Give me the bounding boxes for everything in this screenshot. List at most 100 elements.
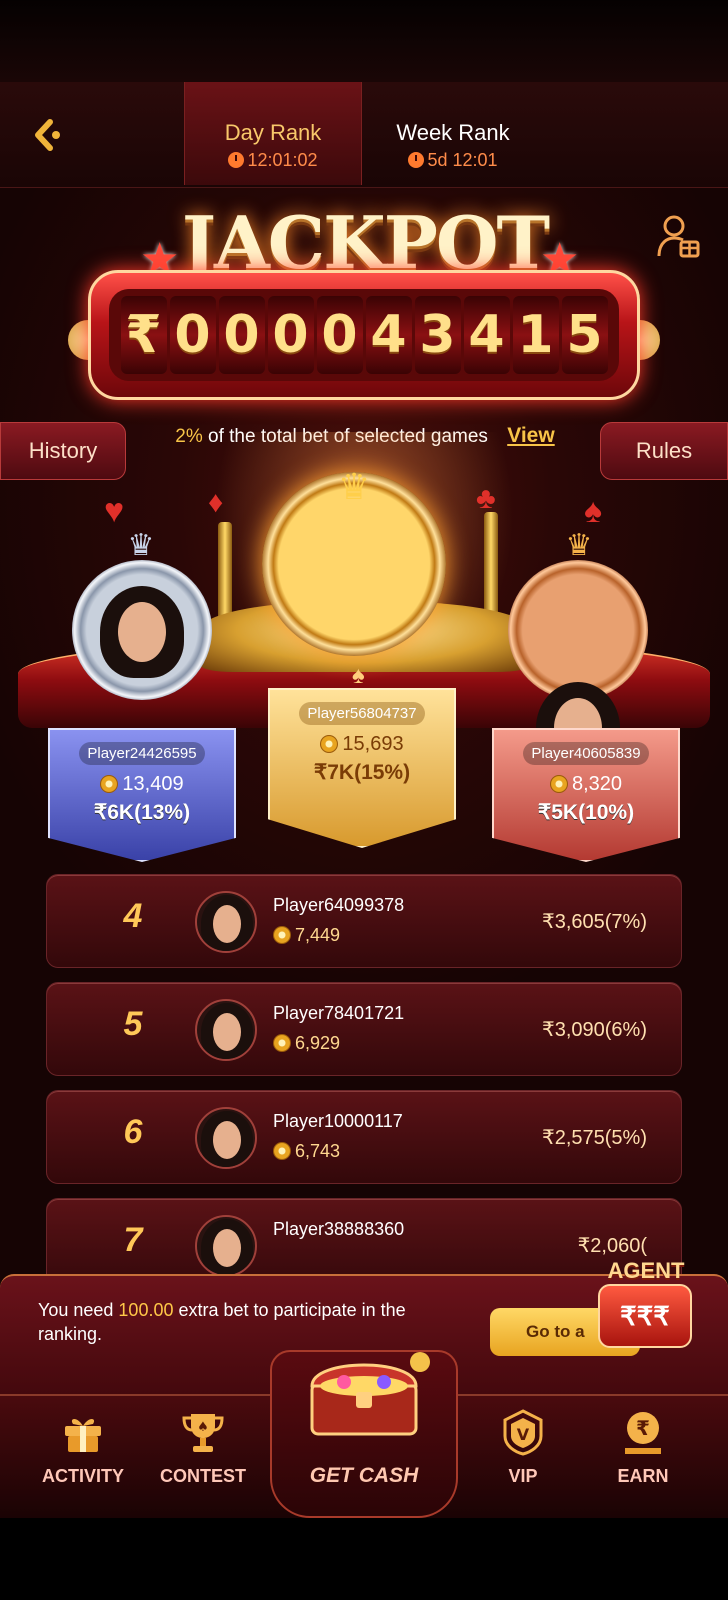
nav-earn[interactable]: ₹ EARN bbox=[588, 1408, 698, 1508]
participation-message: You need 100.00 extra bet to participate… bbox=[38, 1300, 406, 1344]
row-coins: 6,743 bbox=[295, 1141, 341, 1161]
row-avatar bbox=[195, 999, 257, 1061]
tab-day-rank-label: Day Rank bbox=[224, 120, 322, 145]
week-rank-countdown: 5d 12:01 bbox=[427, 150, 498, 170]
svg-text:V: V bbox=[517, 1425, 530, 1444]
status-area bbox=[0, 0, 728, 82]
club-icon: ♣ bbox=[476, 482, 496, 515]
jackpot-digit: 0 bbox=[316, 296, 363, 374]
row-coins: 6,929 bbox=[295, 1033, 341, 1053]
jackpot-percent: 2% bbox=[175, 426, 203, 447]
nav-earn-label: EARN bbox=[617, 1466, 669, 1486]
row-prize: ₹3,605(7%) bbox=[542, 911, 647, 933]
row-rank: 4 bbox=[123, 897, 143, 935]
crown-icon: ♛ bbox=[127, 528, 155, 563]
vip-shield-icon: V bbox=[503, 1409, 543, 1456]
jackpot-rank-screen: Day Rank 12:01:02 Week Rank 5d 12:01 ★ ★… bbox=[0, 82, 728, 1518]
row-rank: 6 bbox=[123, 1113, 143, 1151]
player-coins: 15,693 bbox=[342, 733, 404, 755]
tab-day-rank[interactable]: Day Rank 12:01:02 bbox=[184, 82, 362, 185]
svg-text:♠: ♠ bbox=[197, 1420, 209, 1435]
coin-icon bbox=[273, 926, 291, 944]
coin-icon bbox=[100, 775, 119, 793]
row-avatar bbox=[195, 891, 257, 953]
jackpot-digit: 1 bbox=[512, 296, 559, 374]
row-prize: ₹2,060( bbox=[577, 1235, 647, 1257]
coin-icon bbox=[549, 775, 568, 793]
crown-icon: ♛ bbox=[337, 467, 371, 508]
trophy-icon: ♠ bbox=[182, 1414, 224, 1452]
row-prize: ₹3,090(6%) bbox=[542, 1019, 647, 1041]
coin-icon bbox=[320, 735, 339, 753]
back-arrow-icon bbox=[35, 119, 60, 151]
nav-activity[interactable]: ACTIVITY bbox=[28, 1408, 138, 1508]
invite-gift-icon[interactable] bbox=[656, 212, 700, 260]
player-coins: 8,320 bbox=[571, 773, 623, 795]
coin-icon bbox=[273, 1142, 291, 1160]
nav-get-cash-label: GET CASH bbox=[309, 1464, 419, 1487]
heart-icon: ♥ bbox=[104, 492, 125, 530]
nav-vip[interactable]: V VIP bbox=[468, 1408, 578, 1508]
nav-activity-label: ACTIVITY bbox=[41, 1466, 124, 1486]
jackpot-digit: 0 bbox=[169, 296, 216, 374]
podium-card-rank-2[interactable]: Player24426595 13,409 ₹6K(13%) bbox=[48, 728, 236, 862]
clock-icon bbox=[408, 152, 425, 168]
nav-contest[interactable]: ♠ CONTEST bbox=[148, 1408, 258, 1508]
nav-contest-label: CONTEST bbox=[159, 1466, 246, 1486]
jackpot-digit: 4 bbox=[365, 296, 412, 374]
row-player-name: Player10000117 bbox=[273, 1111, 403, 1131]
player-prize: ₹7K(15%) bbox=[313, 761, 411, 784]
jackpot-digit: 3 bbox=[414, 296, 461, 374]
system-bar-area bbox=[0, 1518, 728, 1600]
player-prize: ₹5K(10%) bbox=[537, 801, 635, 824]
player-name: Player40605839 bbox=[523, 742, 649, 765]
jackpot-digit: 5 bbox=[561, 296, 608, 374]
rules-button[interactable]: Rules bbox=[600, 422, 728, 480]
ranking-row[interactable]: 4 Player64099378 7,449 ₹3,605(7%) bbox=[46, 874, 682, 968]
spade-icon: ♠ bbox=[584, 492, 603, 530]
row-coins: 7,449 bbox=[295, 925, 341, 945]
player-coins: 13,409 bbox=[122, 773, 184, 795]
crown-icon: ♛ bbox=[565, 528, 593, 563]
clock-icon bbox=[228, 152, 245, 168]
coin-icon bbox=[273, 1034, 291, 1052]
podium-card-rank-3[interactable]: Player40605839 8,320 ₹5K(10%) bbox=[492, 728, 680, 862]
row-avatar bbox=[195, 1215, 257, 1277]
row-rank: 5 bbox=[123, 1005, 143, 1043]
jackpot-digit: 0 bbox=[218, 296, 265, 374]
gift-icon bbox=[65, 1419, 101, 1452]
player-name: Player24426595 bbox=[79, 742, 205, 765]
podium-card-rank-1[interactable]: Player56804737 15,693 ₹7K(15%) bbox=[268, 688, 456, 848]
agent-slot-icon[interactable]: ₹₹₹ bbox=[598, 1284, 692, 1348]
header: Day Rank 12:01:02 Week Rank 5d 12:01 bbox=[0, 82, 728, 188]
jackpot-digit: 0 bbox=[267, 296, 314, 374]
diamond-icon: ♦ bbox=[208, 486, 224, 519]
rank-2-avatar[interactable] bbox=[94, 582, 190, 678]
rupee-icon: ₹ bbox=[625, 1412, 661, 1454]
row-prize: ₹2,575(5%) bbox=[542, 1127, 647, 1149]
svg-text:₹: ₹ bbox=[636, 1416, 650, 1440]
back-button[interactable] bbox=[22, 112, 72, 158]
jackpot-digit: 4 bbox=[463, 296, 510, 374]
tab-week-rank[interactable]: Week Rank 5d 12:01 bbox=[364, 82, 542, 185]
jackpot-counter: ₹ 0 0 0 0 4 3 4 1 5 bbox=[88, 270, 640, 400]
spade-icon: ♠ bbox=[352, 662, 365, 689]
history-button[interactable]: History bbox=[0, 422, 126, 480]
required-bet-amount: 100.00 bbox=[118, 1300, 174, 1320]
pillar-decoration bbox=[484, 512, 498, 622]
row-player-name: Player78401721 bbox=[273, 1003, 405, 1023]
player-name: Player56804737 bbox=[299, 702, 425, 725]
nav-vip-label: VIP bbox=[508, 1466, 538, 1486]
row-player-name: Player38888360 bbox=[273, 1219, 405, 1239]
treasure-chest-icon bbox=[310, 1352, 430, 1436]
row-rank: 7 bbox=[123, 1221, 143, 1259]
agent-label: AGENT bbox=[607, 1258, 685, 1283]
row-avatar bbox=[195, 1107, 257, 1169]
ranking-row[interactable]: 5 Player78401721 6,929 ₹3,090(6%) bbox=[46, 982, 682, 1076]
view-link[interactable]: View bbox=[507, 424, 554, 447]
ranking-row[interactable]: 6 Player10000117 6,743 ₹2,575(5%) bbox=[46, 1090, 682, 1184]
jackpot-currency: ₹ bbox=[120, 296, 167, 374]
tab-week-rank-label: Week Rank bbox=[396, 120, 510, 145]
player-prize: ₹6K(13%) bbox=[93, 801, 191, 824]
row-player-name: Player64099378 bbox=[273, 895, 405, 915]
